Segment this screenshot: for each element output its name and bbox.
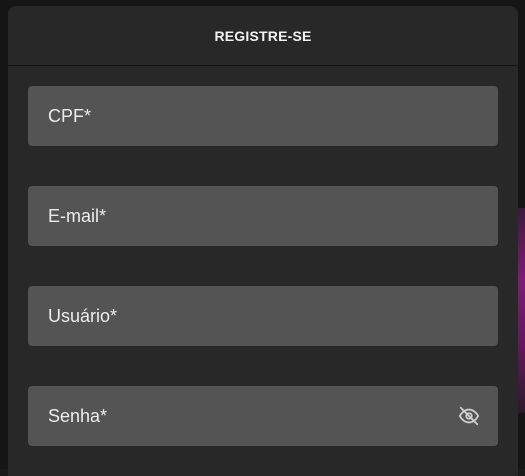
password-field[interactable]: Senha* xyxy=(28,386,498,446)
password-input[interactable] xyxy=(28,386,498,446)
eye-off-icon[interactable] xyxy=(456,405,482,427)
username-input[interactable] xyxy=(28,286,498,346)
register-modal: REGISTRE-SE CPF* E-mail* Usuário* Senha* xyxy=(8,6,518,476)
email-field[interactable]: E-mail* xyxy=(28,186,498,246)
modal-header: REGISTRE-SE xyxy=(8,6,518,66)
register-form: CPF* E-mail* Usuário* Senha* xyxy=(8,66,518,446)
username-field[interactable]: Usuário* xyxy=(28,286,498,346)
background-accent xyxy=(518,208,525,413)
cpf-field[interactable]: CPF* xyxy=(28,86,498,146)
cpf-input[interactable] xyxy=(28,86,498,146)
modal-title: REGISTRE-SE xyxy=(214,27,312,44)
email-input[interactable] xyxy=(28,186,498,246)
